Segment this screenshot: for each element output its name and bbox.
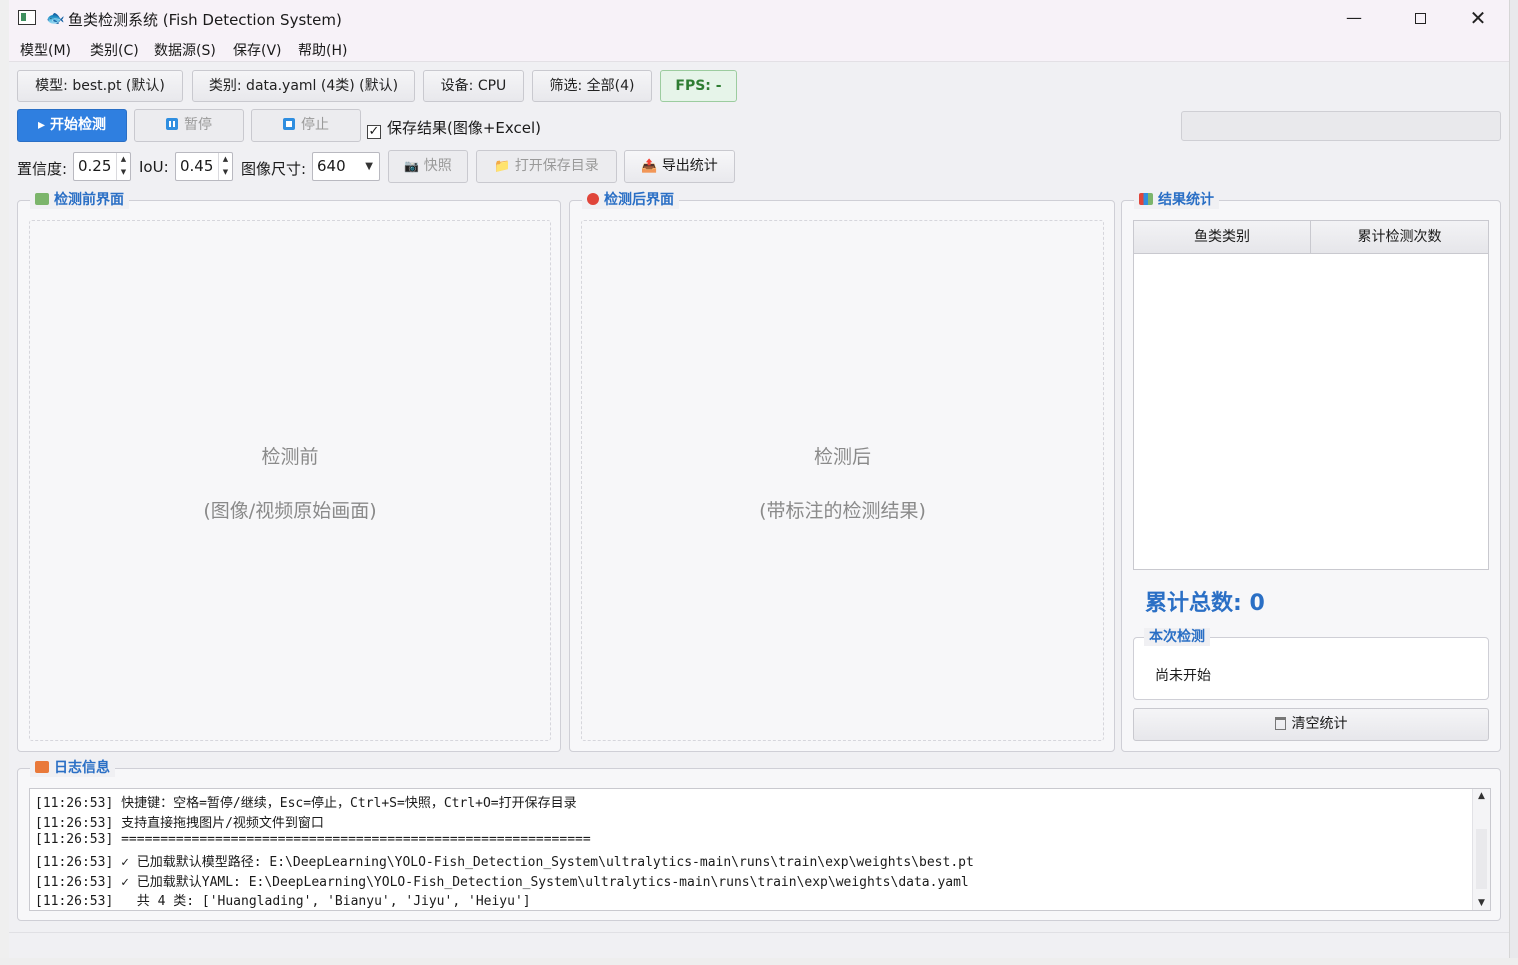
menu-classes[interactable]: 类别(C) bbox=[90, 40, 139, 60]
image-size-value: 640 bbox=[317, 157, 346, 175]
iou-value: 0.45 bbox=[180, 157, 214, 175]
after-panel: 检测后界面 检测后 (带标注的检测结果) bbox=[569, 191, 1115, 752]
desktop-left-edge bbox=[0, 0, 9, 965]
column-header-count[interactable]: 累计检测次数 bbox=[1311, 221, 1488, 254]
log-line: [11:26:53] ✓ 已加载默认模型路径: E:\DeepLearning\… bbox=[35, 855, 974, 870]
minimize-button[interactable]: — bbox=[1331, 4, 1377, 32]
log-textarea[interactable]: [11:26:53] 快捷键：空格=暂停/继续，Esc=停止，Ctrl+S=快照… bbox=[29, 788, 1491, 911]
progress-bar bbox=[1181, 111, 1501, 141]
start-detection-button[interactable]: ▸ 开始检测 bbox=[17, 109, 127, 142]
stop-icon bbox=[283, 118, 295, 130]
camera-icon: 📷 bbox=[404, 159, 420, 173]
filter-button[interactable]: 筛选: 全部(4) bbox=[532, 70, 652, 102]
stop-button[interactable]: 停止 bbox=[251, 109, 361, 142]
current-detection-title: 本次检测 bbox=[1144, 628, 1210, 646]
before-placeholder-title: 检测前 bbox=[261, 446, 319, 468]
log-icon bbox=[35, 761, 49, 773]
target-icon bbox=[587, 193, 599, 205]
model-button[interactable]: 模型: best.pt (默认) bbox=[17, 70, 183, 102]
confidence-label: 置信度: bbox=[17, 160, 68, 178]
image-size-select[interactable]: 640 ▼ bbox=[312, 152, 380, 181]
desktop-right-edge bbox=[1510, 0, 1518, 965]
pause-icon bbox=[166, 118, 178, 130]
before-panel-title: 检测前界面 bbox=[30, 191, 129, 209]
menu-help[interactable]: 帮助(H) bbox=[298, 40, 347, 60]
before-placeholder-subtitle: (图像/视频原始画面) bbox=[203, 500, 377, 522]
save-results-checkbox[interactable]: ✓ 保存结果(图像+Excel) bbox=[367, 117, 541, 139]
device-button[interactable]: 设备: CPU bbox=[423, 70, 524, 102]
column-header-fish-class[interactable]: 鱼类类别 bbox=[1134, 221, 1311, 254]
classes-button[interactable]: 类别: data.yaml (4类) (默认) bbox=[192, 70, 415, 102]
open-save-dir-label: 打开保存目录 bbox=[514, 158, 599, 174]
fish-icon: 🐟 bbox=[46, 9, 65, 27]
start-detection-label: 开始检测 bbox=[49, 117, 106, 133]
before-panel: 检测前界面 检测前 (图像/视频原始画面) bbox=[17, 191, 561, 752]
export-stats-label: 导出统计 bbox=[661, 158, 718, 174]
scroll-thumb[interactable] bbox=[1476, 829, 1487, 889]
current-detection-box: 本次检测 尚未开始 bbox=[1133, 628, 1489, 700]
log-panel-title-text: 日志信息 bbox=[54, 760, 110, 776]
status-bar bbox=[9, 932, 1509, 958]
open-save-dir-button[interactable]: 📁 打开保存目录 bbox=[476, 150, 617, 183]
after-panel-title-text: 检测后界面 bbox=[604, 192, 674, 208]
iou-spinbox[interactable]: 0.45 ▲ ▼ bbox=[175, 152, 233, 181]
iou-spin-arrows[interactable]: ▲ ▼ bbox=[218, 153, 232, 180]
current-detection-status: 尚未开始 bbox=[1155, 668, 1211, 684]
before-panel-title-text: 检测前界面 bbox=[54, 192, 124, 208]
confidence-spinbox[interactable]: 0.25 ▲ ▼ bbox=[73, 152, 131, 181]
log-line: [11:26:53] 快捷键：空格=暂停/继续，Esc=停止，Ctrl+S=快照… bbox=[35, 796, 577, 811]
maximize-icon bbox=[1414, 13, 1426, 24]
pause-button[interactable]: 暂停 bbox=[134, 109, 244, 142]
snapshot-label: 快照 bbox=[423, 158, 452, 174]
app-icon bbox=[18, 10, 36, 25]
log-line: [11:26:53] 共 4 类: ['Huanglading', 'Biany… bbox=[35, 894, 531, 909]
after-placeholder-title: 检测后 bbox=[813, 446, 871, 468]
close-button[interactable]: ✕ bbox=[1455, 4, 1501, 32]
log-line: [11:26:53] =============================… bbox=[35, 832, 591, 847]
after-placeholder-subtitle: (带标注的检测结果) bbox=[759, 500, 926, 522]
confidence-value: 0.25 bbox=[78, 157, 112, 175]
total-count: 累计总数: 0 bbox=[1145, 591, 1265, 616]
menu-model[interactable]: 模型(M) bbox=[20, 40, 71, 60]
clear-stats-button[interactable]: 清空统计 bbox=[1133, 708, 1489, 741]
stats-panel-title: 结果统计 bbox=[1134, 191, 1219, 209]
stats-panel-title-text: 结果统计 bbox=[1158, 192, 1214, 208]
main-window: 🐟 鱼类检测系统 (Fish Detection System) — ✕ 模型(… bbox=[9, 0, 1510, 958]
after-panel-title: 检测后界面 bbox=[582, 191, 679, 209]
maximize-button[interactable] bbox=[1397, 4, 1443, 32]
trash-icon bbox=[1274, 717, 1286, 730]
fps-indicator: FPS: - bbox=[660, 70, 737, 102]
clear-stats-label: 清空统计 bbox=[1291, 716, 1348, 732]
desktop-bottom-edge bbox=[0, 958, 1518, 965]
window-title: 鱼类检测系统 (Fish Detection System) bbox=[68, 11, 342, 29]
save-results-check-box[interactable]: ✓ bbox=[367, 125, 381, 139]
confidence-spin-arrows[interactable]: ▲ ▼ bbox=[116, 153, 130, 180]
scroll-down-icon[interactable]: ▼ bbox=[1473, 898, 1490, 908]
log-line: [11:26:53] ✓ 已加载默认YAML: E:\DeepLearning\… bbox=[35, 875, 969, 890]
pause-label: 暂停 bbox=[184, 117, 212, 133]
iou-label: IoU: bbox=[139, 158, 169, 176]
stats-table: 鱼类类别 累计检测次数 bbox=[1133, 220, 1489, 570]
menu-save[interactable]: 保存(V) bbox=[233, 40, 282, 60]
after-image-area: 检测后 (带标注的检测结果) bbox=[581, 220, 1104, 741]
log-line: [11:26:53] 支持直接拖拽图片/视频文件到窗口 bbox=[35, 816, 324, 831]
stop-label: 停止 bbox=[301, 117, 329, 133]
log-panel-title: 日志信息 bbox=[30, 759, 115, 777]
image-icon bbox=[35, 193, 49, 205]
title-bar: 🐟 鱼类检测系统 (Fish Detection System) — ✕ bbox=[9, 0, 1509, 36]
scroll-up-icon[interactable]: ▲ bbox=[1473, 791, 1490, 801]
snapshot-button[interactable]: 📷 快照 bbox=[388, 150, 468, 183]
menu-data-source[interactable]: 数据源(S) bbox=[154, 40, 216, 60]
export-icon: 📤 bbox=[641, 159, 658, 174]
bar-chart-icon bbox=[1139, 193, 1153, 205]
before-image-area: 检测前 (图像/视频原始画面) bbox=[29, 220, 551, 741]
export-stats-button[interactable]: 📤 导出统计 bbox=[624, 150, 735, 183]
image-size-label: 图像尺寸: bbox=[241, 160, 307, 178]
log-scrollbar[interactable]: ▲ ▼ bbox=[1472, 789, 1490, 910]
save-results-label: 保存结果(图像+Excel) bbox=[387, 119, 542, 137]
folder-icon: 📁 bbox=[494, 159, 511, 174]
menu-bar: 模型(M) 类别(C) 数据源(S) 保存(V) 帮助(H) bbox=[9, 36, 1509, 62]
play-icon: ▸ bbox=[38, 117, 46, 133]
chevron-down-icon: ▼ bbox=[365, 161, 373, 172]
